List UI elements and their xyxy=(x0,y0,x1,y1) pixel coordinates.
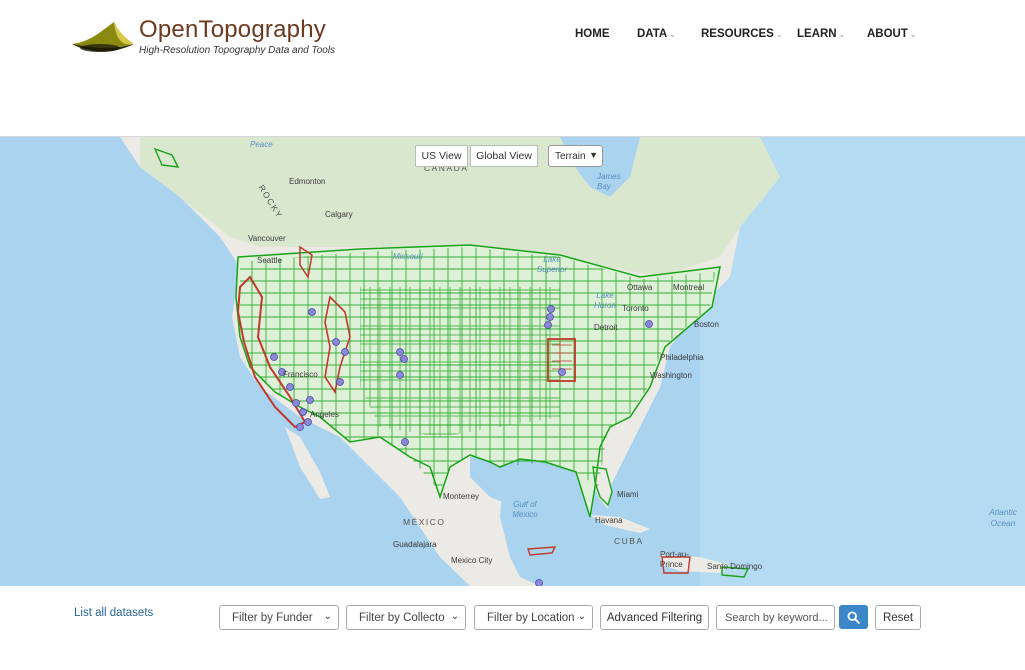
nav-home-label: HOME xyxy=(575,28,610,40)
us-view-button[interactable]: US View xyxy=(415,145,468,167)
label-gulf-of-mexico: Gulf of Mexico xyxy=(512,500,538,519)
nav-data[interactable]: DATA ⌄ xyxy=(637,28,676,40)
nav-learn-label: LEARN xyxy=(797,28,837,40)
chevron-down-icon: ⌄ xyxy=(775,30,783,39)
label-port-au-prince: Port-au-Prince xyxy=(660,550,689,569)
brand-title[interactable]: OpenTopography xyxy=(139,16,326,44)
label-seattle: Seattle xyxy=(257,256,282,265)
filter-collector-select[interactable]: Filter by Collecto ⌄ xyxy=(346,605,466,630)
site-header: OpenTopography High-Resolution Topograph… xyxy=(0,0,1025,136)
list-all-datasets-link[interactable]: List all datasets xyxy=(74,607,153,619)
label-detroit: Detroit xyxy=(594,323,618,332)
nav-resources[interactable]: RESOURCES ⌄ xyxy=(701,28,783,40)
nav-data-label: DATA xyxy=(637,28,668,40)
label-ottawa: Ottawa xyxy=(627,283,653,292)
nav-resources-label: RESOURCES xyxy=(701,28,774,40)
search-icon xyxy=(847,610,860,624)
label-mexico-city: Mexico City xyxy=(451,556,493,565)
filter-location-select[interactable]: Filter by Location ⌄ xyxy=(474,605,593,630)
label-james-bay: James Bay xyxy=(597,172,621,191)
label-miami: Miami xyxy=(617,490,639,499)
global-view-button[interactable]: Global View xyxy=(470,145,538,167)
chevron-down-icon: ⌄ xyxy=(323,611,332,622)
keyword-search-input[interactable] xyxy=(716,605,835,630)
label-mexico: MÉXICO xyxy=(403,517,446,527)
label-lake-superior: Lake Superior xyxy=(536,255,568,274)
label-missouri: Missouri xyxy=(393,252,423,261)
chevron-down-icon: ⌄ xyxy=(909,30,917,39)
basemap-select-value: Terrain xyxy=(555,150,586,162)
filter-funder-select[interactable]: Filter by Funder ⌄ xyxy=(219,605,339,630)
label-guadalajara: Guadalajara xyxy=(393,540,437,549)
chevron-down-icon: ⌄ xyxy=(669,30,676,39)
chevron-down-icon: ⌄ xyxy=(450,611,459,622)
chevron-down-icon: ⌄ xyxy=(838,30,846,39)
nav-about[interactable]: ABOUT ⌄ xyxy=(867,28,917,40)
label-havana: Havana xyxy=(595,516,623,525)
filter-collector-value: Filter by Collecto xyxy=(359,611,445,624)
label-lake-huron: Lake Huron xyxy=(594,291,616,310)
label-atlantic-ocean: Atlantic Ocean xyxy=(989,507,1017,528)
label-toronto: Toronto xyxy=(622,304,649,313)
label-santo-domingo: Santo Domingo xyxy=(707,562,763,571)
label-los-angeles: Angeles xyxy=(310,410,339,419)
label-vancouver: Vancouver xyxy=(248,234,286,243)
basemap-select[interactable]: Terrain ▼ xyxy=(548,145,603,167)
label-philadelphia: Philadelphia xyxy=(660,353,704,362)
label-san-francisco: Francisco xyxy=(283,370,318,379)
nav-learn[interactable]: LEARN ⌄ xyxy=(797,28,845,40)
logo-mountain-icon[interactable] xyxy=(70,18,136,56)
search-button[interactable] xyxy=(839,605,868,629)
filter-funder-value: Filter by Funder xyxy=(232,611,313,624)
label-cuba: CUBA xyxy=(614,536,644,546)
label-calgary: Calgary xyxy=(325,210,353,219)
nav-home[interactable]: HOME xyxy=(575,28,610,40)
chevron-down-icon: ⌄ xyxy=(577,611,586,622)
filter-location-value: Filter by Location xyxy=(487,611,575,624)
label-montreal: Montreal xyxy=(673,283,705,292)
label-boston: Boston xyxy=(694,320,719,329)
label-edmonton: Edmonton xyxy=(289,177,326,186)
nav-about-label: ABOUT xyxy=(867,28,908,40)
label-monterrey: Monterrey xyxy=(443,492,480,501)
advanced-filtering-button[interactable]: Advanced Filtering xyxy=(600,605,709,630)
label-washington: Washington xyxy=(650,371,692,380)
label-peace: Peace xyxy=(250,140,273,149)
reset-button[interactable]: Reset xyxy=(875,605,921,630)
brand-tagline: High-Resolution Topography Data and Tool… xyxy=(139,45,336,56)
chevron-down-icon: ▼ xyxy=(589,150,598,160)
